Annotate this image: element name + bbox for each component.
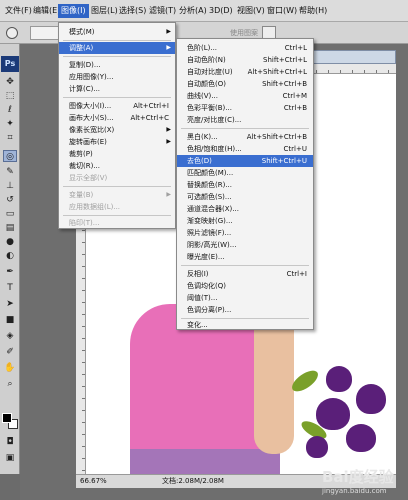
image-menu-item-apply-data-set: 应用数据组(L)...: [69, 203, 121, 211]
marquee-tool-icon[interactable]: ⬚: [3, 90, 17, 102]
menu-separator: [63, 186, 171, 187]
dress-hem-pattern: [130, 449, 280, 474]
adjust-item-color-balance[interactable]: 色彩平衡(B)... Ctrl+B: [177, 102, 313, 114]
tulip: [316, 398, 350, 430]
dodge-tool-icon[interactable]: ◐: [3, 250, 17, 262]
adjust-item-black-white[interactable]: 黑白(K)... Alt+Shift+Ctrl+B: [177, 131, 313, 143]
adjust-item-replace-color[interactable]: 替换颜色(R)...: [177, 179, 313, 191]
magic-wand-tool-icon[interactable]: ✦: [3, 118, 17, 130]
tulip: [346, 424, 376, 452]
tulip: [306, 436, 328, 458]
adjust-item-gradient-map[interactable]: 渐变映射(G)...: [177, 215, 313, 227]
clone-stamp-tool-icon[interactable]: ⊥: [3, 180, 17, 192]
image-menu-item-variables: 变量(B) ▶: [69, 191, 171, 199]
photoshop-logo: Ps: [1, 56, 19, 72]
adjust-item-auto-color[interactable]: 自动颜色(O) Shift+Ctrl+B: [177, 78, 313, 90]
gradient-tool-icon[interactable]: ▤: [3, 222, 17, 234]
adjust-item-exposure[interactable]: 曝光度(E)...: [177, 251, 313, 263]
history-brush-tool-icon[interactable]: ↺: [3, 194, 17, 206]
crop-tool-icon[interactable]: ⌗: [3, 132, 17, 144]
menu-separator: [63, 215, 171, 216]
image-menu-item-image-size[interactable]: 图像大小(I)... Alt+Ctrl+I: [59, 100, 175, 112]
watermark-url: jingyan.baidu.com: [322, 487, 387, 495]
menu-separator: [63, 40, 171, 41]
brush-tool-icon[interactable]: ✎: [3, 166, 17, 178]
menu-view[interactable]: 视图(V): [234, 4, 268, 18]
blur-tool-icon[interactable]: ●: [3, 236, 17, 248]
image-menu-item-apply-image[interactable]: 应用图像(Y)...: [59, 71, 175, 83]
leaf: [288, 366, 322, 396]
image-menu-item-crop[interactable]: 裁剪(P): [59, 148, 175, 160]
healing-brush-tool-icon[interactable]: ◎: [3, 150, 17, 162]
adjust-item-auto-levels[interactable]: 自动色阶(N) Shift+Ctrl+L: [177, 54, 313, 66]
menu-select[interactable]: 选择(S): [116, 4, 149, 18]
adjust-item-photo-filter[interactable]: 照片滤镜(F)...: [177, 227, 313, 239]
pen-tool-icon[interactable]: ✒: [3, 266, 17, 278]
menu-image[interactable]: 图像(I): [58, 4, 89, 18]
adjustments-submenu: 色阶(L)... Ctrl+L 自动色阶(N) Shift+Ctrl+L 自动对比度…: [176, 38, 314, 330]
menu-help[interactable]: 帮助(H): [296, 4, 330, 18]
document-size: 文档:2.08M/2.08M: [162, 477, 224, 485]
menu-3d[interactable]: 3D(D): [206, 4, 236, 18]
3d-rotate-tool-icon[interactable]: ◈: [3, 330, 17, 342]
image-menu-item-duplicate[interactable]: 复制(D)...: [59, 59, 175, 71]
baidu-jingyan-watermark: Bai度经验 jingyan.baidu.com: [322, 466, 408, 500]
image-menu-item-rotate-canvas[interactable]: 旋转画布(E) ▶: [59, 136, 175, 148]
image-menu-item-canvas-size[interactable]: 画布大小(S)... Alt+Ctrl+C: [59, 112, 175, 124]
adjust-item-brightness-contrast[interactable]: 亮度/对比度(C)...: [177, 114, 313, 126]
image-menu-item-trap: 陷印(T)...: [69, 219, 100, 227]
image-menu-item-calculations[interactable]: 计算(C)...: [59, 83, 175, 95]
tulip: [356, 384, 386, 414]
adjust-item-equalize[interactable]: 色调均化(Q): [177, 280, 313, 292]
foreground-color-swatch[interactable]: [2, 413, 12, 423]
shape-tool-icon[interactable]: ■: [3, 314, 17, 326]
image-menu-item-reveal-all: 显示全部(V): [69, 174, 108, 182]
use-pattern-label: 使用图案: [230, 29, 258, 37]
current-tool-icon[interactable]: [6, 27, 18, 39]
zoom-level[interactable]: 66.67%: [80, 475, 107, 488]
menu-window[interactable]: 窗口(W): [264, 4, 300, 18]
menu-filter[interactable]: 滤镜(T): [146, 4, 179, 18]
adjust-item-threshold[interactable]: 阈值(T)...: [177, 292, 313, 304]
image-menu-item-mode[interactable]: 模式(M) ▶: [59, 26, 175, 38]
zoom-tool-icon[interactable]: ⌕: [3, 378, 17, 390]
tulip-bouquet: [286, 364, 396, 464]
eraser-tool-icon[interactable]: ▭: [3, 208, 17, 220]
adjust-item-curves[interactable]: 曲线(V)... Ctrl+M: [177, 90, 313, 102]
menu-separator: [63, 56, 171, 57]
adjust-item-posterize[interactable]: 色调分离(P)...: [177, 304, 313, 316]
adjust-item-variations[interactable]: 变化...: [177, 319, 313, 331]
adjust-item-invert[interactable]: 反相(I) Ctrl+I: [177, 268, 313, 280]
screen-mode-icon[interactable]: ▣: [3, 452, 17, 464]
tulip: [326, 366, 352, 392]
adjust-item-levels[interactable]: 色阶(L)... Ctrl+L: [177, 42, 313, 54]
adjust-item-shadow-highlight[interactable]: 阴影/高光(W)...: [177, 239, 313, 251]
type-tool-icon[interactable]: T: [3, 282, 17, 294]
path-selection-tool-icon[interactable]: ➤: [3, 298, 17, 310]
image-menu-item-adjust[interactable]: 调整(A) ▶: [59, 42, 175, 54]
option-button[interactable]: [30, 26, 60, 40]
menu-separator: [181, 265, 309, 266]
eyedropper-tool-icon[interactable]: ✐: [3, 346, 17, 358]
adjust-item-hue-saturation[interactable]: 色相/饱和度(H)... Ctrl+U: [177, 143, 313, 155]
image-menu-item-trim[interactable]: 裁切(R)...: [59, 160, 175, 172]
menu-separator: [63, 97, 171, 98]
move-tool-icon[interactable]: ✥: [3, 76, 17, 88]
adjust-item-auto-contrast[interactable]: 自动对比度(U) Alt+Shift+Ctrl+L: [177, 66, 313, 78]
lasso-tool-icon[interactable]: ℓ: [3, 104, 17, 116]
adjust-item-selective-color[interactable]: 可选颜色(S)...: [177, 191, 313, 203]
quick-mask-icon[interactable]: ◘: [3, 436, 17, 448]
hand-tool-icon[interactable]: ✋: [3, 362, 17, 374]
adjust-item-channel-mixer[interactable]: 通道混合器(X)...: [177, 203, 313, 215]
menu-analysis[interactable]: 分析(A): [176, 4, 210, 18]
adjust-item-match-color[interactable]: 匹配颜色(M)...: [177, 167, 313, 179]
image-menu: 模式(M) ▶ 调整(A) ▶ 复制(D)... 应用图像(Y)... 计算(C).…: [58, 22, 176, 229]
tools-panel: Ps ✥ ⬚ ℓ ✦ ⌗ ◎ ✎ ⊥ ↺ ▭ ▤ ● ◐ ✒ T ➤ ■ ◈ ✐…: [0, 44, 20, 474]
adjust-item-desaturate[interactable]: 去色(D) Shift+Ctrl+U: [177, 155, 313, 167]
menu-separator: [181, 128, 309, 129]
menu-bar: 文件(F) 编辑(E) 图像(I) 图层(L) 选择(S) 滤镜(T) 分析(A…: [0, 0, 408, 22]
image-menu-item-pixel-aspect[interactable]: 像素长宽比(X) ▶: [59, 124, 175, 136]
watermark-logo: Bai度经验: [322, 468, 394, 486]
